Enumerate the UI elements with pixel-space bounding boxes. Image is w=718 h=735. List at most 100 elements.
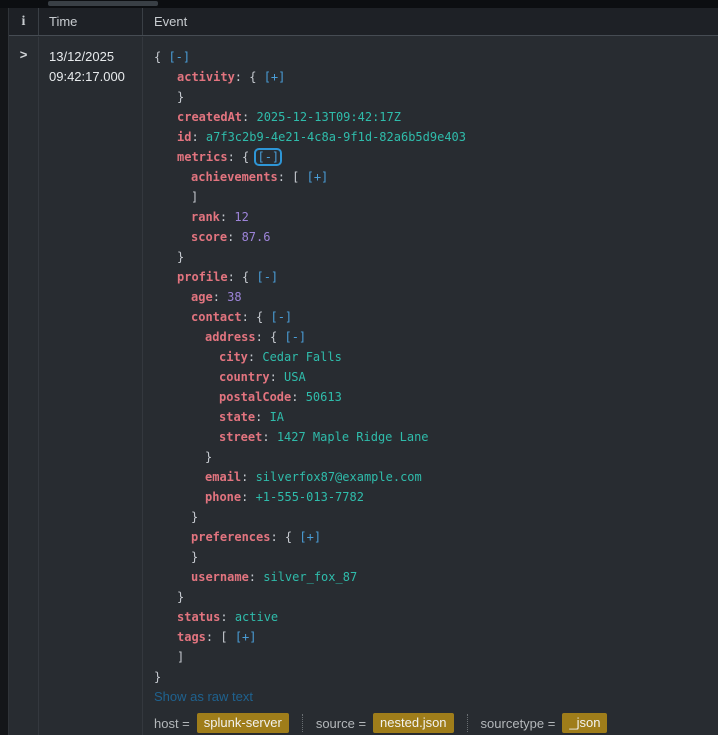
json-key[interactable]: id [177,130,191,144]
json-punctuation: : [191,130,206,144]
json-line: contact: { [-] [191,307,718,327]
json-punctuation: : [262,430,277,444]
json-punctuation: : [227,230,242,244]
json-line: profile: { [-] [177,267,718,287]
json-string-value[interactable]: 50613 [306,390,342,404]
json-punctuation: : { [234,70,264,84]
expand-toggle[interactable]: [-] [168,50,190,64]
json-string-value[interactable]: 1427 Maple Ridge Lane [277,430,429,444]
expand-toggle[interactable]: [+] [235,630,257,644]
info-cell: > [9,37,38,735]
horizontal-scrollbar-thumb[interactable] [48,1,158,6]
event-column-header: Event [142,8,718,35]
json-key[interactable]: tags [177,630,206,644]
top-scrollbar-track [0,0,718,8]
json-line: } [191,547,718,567]
json-string-value[interactable]: active [235,610,278,624]
json-punctuation: { [154,50,169,64]
json-string-value[interactable]: a7f3c2b9-4e21-4c8a-9f1d-82a6b5d9e403 [206,130,466,144]
expand-toggle[interactable]: [-] [270,310,292,324]
json-key[interactable]: achievements [191,170,278,184]
expand-event-chevron-icon[interactable]: > [20,47,28,62]
host-field-label: host = [154,715,190,731]
left-gutter [0,8,9,735]
json-key[interactable]: postalCode [219,390,291,404]
json-number-value[interactable]: 38 [227,290,241,304]
json-key[interactable]: street [219,430,262,444]
json-punctuation: ] [191,190,199,204]
json-key[interactable]: score [191,230,227,244]
json-key[interactable]: state [219,410,255,424]
json-key[interactable]: username [191,570,249,584]
json-tree: { [-] activity: { [+]} createdAt: 2025-12-… [154,47,718,687]
json-key[interactable]: city [219,350,248,364]
json-line: createdAt: 2025-12-13T09:42:17Z [177,107,718,127]
json-punctuation: } [177,590,185,604]
json-punctuation: : [248,570,264,584]
json-key[interactable]: profile [177,270,228,284]
json-key[interactable]: preferences [191,530,270,544]
sourcetype-field-value-badge[interactable]: _json [562,713,608,733]
json-line: age: 38 [191,287,718,307]
json-punctuation: } [154,670,162,684]
events-table-header: i Time Event [9,8,718,36]
json-key[interactable]: rank [191,210,220,224]
info-column-header: i [21,14,26,29]
json-key[interactable]: metrics [177,150,228,164]
json-key[interactable]: address [205,330,256,344]
json-line: tags: [ [+] [177,627,718,647]
json-key[interactable]: status [177,610,220,624]
source-field-label: source = [315,715,367,731]
show-as-raw-text-link[interactable]: Show as raw text [154,687,253,707]
json-punctuation: } [177,250,185,264]
json-key[interactable]: contact [191,310,242,324]
json-line: postalCode: 50613 [219,387,718,407]
json-line: } [205,447,718,467]
json-line: metrics: { [-] [177,147,718,167]
json-punctuation: : { [227,150,257,164]
host-field-value-badge[interactable]: splunk-server [196,713,289,733]
json-string-value[interactable]: +1-555-013-7782 [256,490,364,504]
json-key[interactable]: country [219,370,270,384]
json-line: street: 1427 Maple Ridge Lane [219,427,718,447]
expand-toggle-focused[interactable]: [-] [256,150,280,164]
sourcetype-field-label: sourcetype = [480,715,556,731]
json-punctuation: : [291,390,306,404]
json-punctuation: : [ [205,630,235,644]
json-string-value[interactable]: Cedar Falls [262,350,341,364]
json-key[interactable]: phone [205,490,241,504]
json-line: country: USA [219,367,718,387]
expand-toggle[interactable]: [+] [307,170,329,184]
json-line: username: silver_fox_87 [191,567,718,587]
json-number-value[interactable]: 12 [234,210,248,224]
event-date: 13/12/2025 [49,49,115,64]
json-key[interactable]: createdAt [177,110,242,124]
expand-toggle[interactable]: [-] [284,330,306,344]
json-string-value[interactable]: silverfox87@example.com [256,470,422,484]
event-cell: { [-] activity: { [+]} createdAt: 2025-12-… [142,37,718,735]
json-string-value[interactable]: USA [284,370,306,384]
json-line: ] [177,647,718,667]
event-row: > 13/12/2025 09:42:17.000 { [-] activity:… [9,37,718,735]
json-string-value[interactable]: IA [270,410,284,424]
json-punctuation: : [ [277,170,307,184]
field-separator [466,714,468,732]
json-key[interactable]: activity [177,70,235,84]
json-string-value[interactable]: 2025-12-13T09:42:17Z [256,110,401,124]
json-string-value[interactable]: silver_fox_87 [263,570,357,584]
json-line: phone: +1-555-013-7782 [205,487,718,507]
expand-toggle[interactable]: [-] [256,270,278,284]
json-punctuation: } [191,550,199,564]
json-key[interactable]: email [205,470,241,484]
expand-toggle[interactable]: [+] [264,70,286,84]
json-punctuation: } [205,450,213,464]
json-punctuation: ] [177,650,185,664]
json-line: preferences: { [+] [191,527,718,547]
expand-toggle[interactable]: [+] [299,530,321,544]
json-number-value[interactable]: 87.6 [242,230,271,244]
json-punctuation: : { [227,270,257,284]
source-field-value-badge[interactable]: nested.json [373,713,454,733]
time-cell: 13/12/2025 09:42:17.000 [38,37,142,735]
json-line: } [154,667,718,687]
json-key[interactable]: age [191,290,213,304]
